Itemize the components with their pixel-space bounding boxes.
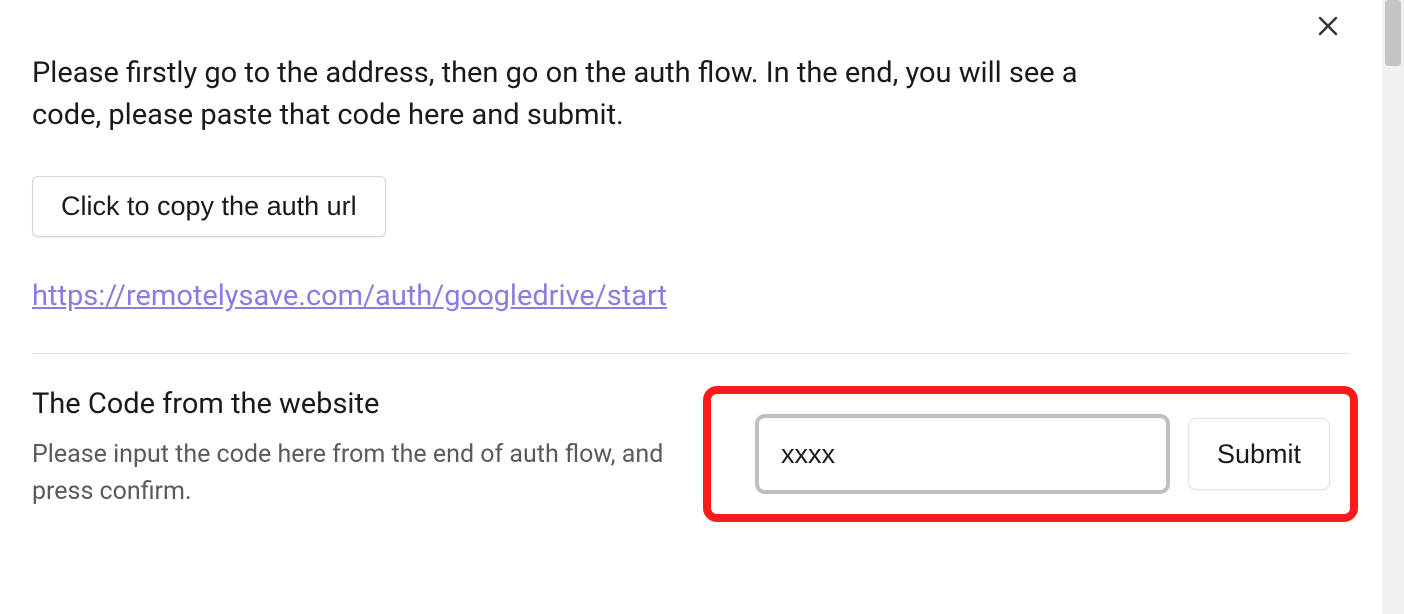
submit-button[interactable]: Submit bbox=[1188, 418, 1330, 490]
scrollbar-thumb[interactable] bbox=[1385, 0, 1401, 66]
code-input[interactable] bbox=[755, 414, 1170, 494]
auth-url-link[interactable]: https://remotelysave.com/auth/googledriv… bbox=[32, 279, 667, 313]
section-divider bbox=[32, 353, 1350, 354]
instructions-text: Please firstly go to the address, then g… bbox=[32, 52, 1152, 136]
code-heading: The Code from the website bbox=[32, 386, 672, 424]
code-form-row: The Code from the website Please input t… bbox=[32, 386, 1350, 522]
code-input-group: Submit bbox=[735, 386, 1350, 522]
auth-modal: Please firstly go to the address, then g… bbox=[0, 0, 1382, 614]
code-help-text: Please input the code here from the end … bbox=[32, 436, 672, 511]
copy-auth-url-button[interactable]: Click to copy the auth url bbox=[32, 176, 386, 237]
scrollbar-track[interactable] bbox=[1382, 0, 1404, 614]
close-icon[interactable] bbox=[1314, 12, 1342, 40]
code-label-group: The Code from the website Please input t… bbox=[32, 386, 672, 511]
